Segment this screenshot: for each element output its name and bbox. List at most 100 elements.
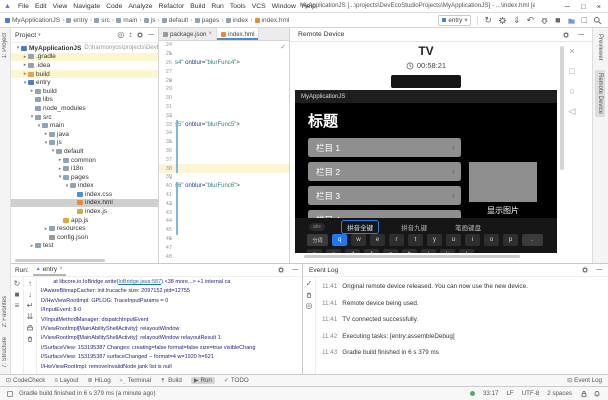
menu-refactor[interactable]: Refactor: [156, 3, 188, 10]
ime-tab[interactable]: 拼音全键: [341, 220, 379, 234]
remote-device-title[interactable]: Remote Device: [298, 31, 344, 38]
fold-marker-icon[interactable]: ▸: [170, 175, 172, 181]
menu-view[interactable]: View: [50, 3, 71, 10]
back-button[interactable]: ◁: [566, 105, 578, 117]
tree-row[interactable]: ▸i18n: [11, 164, 158, 173]
close-icon[interactable]: ×: [59, 266, 63, 272]
ime-key-s[interactable]: s: [326, 249, 341, 253]
code-line[interactable]: 29: [159, 85, 289, 94]
breadcrumb-item[interactable]: index: [226, 17, 249, 24]
debug-icon[interactable]: [540, 16, 549, 25]
code-line[interactable]: 42: [159, 199, 289, 208]
code-line[interactable]: 35: [159, 138, 289, 147]
ime-key-j[interactable]: j: [421, 249, 436, 253]
tree-row[interactable]: config.json: [11, 233, 158, 242]
fold-marker-icon[interactable]: ▸: [170, 78, 172, 84]
ime-key-p[interactable]: p: [503, 234, 518, 246]
device-manager-icon[interactable]: [567, 16, 576, 25]
breadcrumb-item[interactable]: pages: [195, 17, 220, 24]
settings-icon[interactable]: [562, 31, 570, 39]
restart-icon[interactable]: ↶: [527, 16, 535, 25]
tool-window-button-hilog[interactable]: ≣HiLog: [87, 377, 110, 384]
hide-icon[interactable]: ─: [578, 31, 584, 39]
tool-window-switcher-icon[interactable]: [7, 391, 13, 397]
tree-row[interactable]: node_modules: [11, 104, 158, 113]
code-line[interactable]: 32: [159, 111, 289, 120]
code-line[interactable]: 47: [159, 243, 289, 252]
code-line[interactable]: 27: [159, 67, 289, 76]
stop-icon[interactable]: ■: [15, 291, 20, 299]
event-log-entry[interactable]: 11:43Gradle build finished in 6 s 379 ms: [322, 349, 602, 356]
horizontal-scrollbar[interactable]: [304, 255, 520, 258]
menu-build[interactable]: Build: [187, 3, 208, 10]
tool-window-button-build[interactable]: Build: [160, 377, 182, 384]
menu-file[interactable]: File: [15, 3, 32, 10]
ime-key-h[interactable]: h: [402, 249, 417, 253]
editor-tab-package-json[interactable]: package.json×: [159, 28, 217, 40]
ime-key-q[interactable]: q: [332, 234, 347, 246]
tree-row[interactable]: ▸.gradle: [11, 53, 158, 62]
breadcrumb-item[interactable]: default: [162, 17, 189, 24]
settings-icon[interactable]: [136, 31, 144, 39]
wrap-icon[interactable]: ↵: [27, 302, 34, 310]
trash-icon[interactable]: [305, 291, 313, 299]
breadcrumb-item[interactable]: js: [144, 17, 156, 24]
tree-row[interactable]: app.js: [11, 216, 158, 225]
hide-icon[interactable]: ─: [292, 266, 298, 274]
menu-code[interactable]: Code: [103, 3, 125, 10]
menu-run[interactable]: Run: [208, 3, 226, 10]
menu-icon[interactable]: ≡: [15, 302, 20, 310]
previewer-icon[interactable]: □: [582, 16, 587, 25]
menu-vcs[interactable]: VCS: [249, 3, 269, 10]
tree-row[interactable]: index.css: [11, 190, 158, 199]
ime-tab[interactable]: 笔画键盘: [449, 220, 487, 234]
tv-list-item[interactable]: 栏目 1›: [308, 138, 461, 157]
menu-navigate[interactable]: Navigate: [70, 3, 103, 10]
close-icon[interactable]: ×: [208, 31, 212, 37]
tree-row[interactable]: index.hml: [11, 199, 158, 208]
tree-row[interactable]: ▾pages: [11, 173, 158, 182]
code-line[interactable]: 40s6" onblur="blurFunc6">: [159, 182, 289, 191]
code-line[interactable]: 36: [159, 147, 289, 156]
scroll-end-icon[interactable]: ⇊: [27, 313, 34, 321]
print-icon[interactable]: [26, 324, 34, 332]
code-line[interactable]: 26s4" onblur="blurFunc4">: [159, 59, 289, 68]
indent-setting[interactable]: 2 spaces: [547, 390, 572, 397]
tree-row[interactable]: ▾index: [11, 182, 158, 191]
tree-row[interactable]: ▸resources: [11, 224, 158, 233]
menu-edit[interactable]: Edit: [32, 3, 50, 10]
tool-window-button-run[interactable]: ▶Run: [191, 377, 215, 384]
ime-key-f[interactable]: f: [364, 249, 379, 253]
breadcrumb-item[interactable]: entry: [66, 17, 87, 24]
tv-screen[interactable]: MyApplicationJS 标题 栏目 1›栏目 2›栏目 3›栏目 4› …: [295, 90, 557, 253]
code-line[interactable]: 37: [159, 155, 289, 164]
tool-window-button-layout[interactable]: ≡Layout: [54, 377, 78, 384]
ime-key-g[interactable]: g: [383, 249, 398, 253]
ime-key-l[interactable]: l: [459, 249, 474, 253]
run-configuration-select[interactable]: entry ▾: [438, 15, 471, 26]
tree-row[interactable]: ▸.idea: [11, 61, 158, 70]
editor-body[interactable]: ✓ 242526s4" onblur="blurFunc4">272829303…: [159, 41, 289, 262]
search-icon[interactable]: [593, 16, 602, 25]
ime-key-backspace[interactable]: ←: [522, 234, 543, 246]
ime-key-y[interactable]: y: [427, 234, 442, 246]
fold-marker-icon[interactable]: ▸: [170, 201, 172, 207]
ime-key-w[interactable]: w: [351, 234, 366, 246]
event-log-entries[interactable]: 11:41Original remote device released. Yo…: [316, 277, 608, 374]
ime-tab[interactable]: 拼音九键: [395, 220, 433, 234]
install-icon[interactable]: ⇓: [513, 16, 521, 25]
line-separator[interactable]: LF: [506, 390, 513, 397]
code-line[interactable]: 30: [159, 94, 289, 103]
settings-icon[interactable]: [277, 266, 285, 274]
window-button[interactable]: □: [566, 65, 578, 77]
tree-row[interactable]: ▾js: [11, 139, 158, 148]
fold-marker-icon[interactable]: ▸: [170, 139, 172, 145]
close-button[interactable]: ×: [597, 2, 601, 11]
ime-key-o[interactable]: o: [484, 234, 499, 246]
mark-read-icon[interactable]: ✓: [306, 280, 313, 288]
code-line[interactable]: 44: [159, 217, 289, 226]
code-line[interactable]: 41: [159, 191, 289, 200]
code-line[interactable]: 38: [159, 164, 289, 173]
ime-key-a[interactable]: a: [307, 249, 322, 253]
ime-key-r[interactable]: r: [389, 234, 404, 246]
